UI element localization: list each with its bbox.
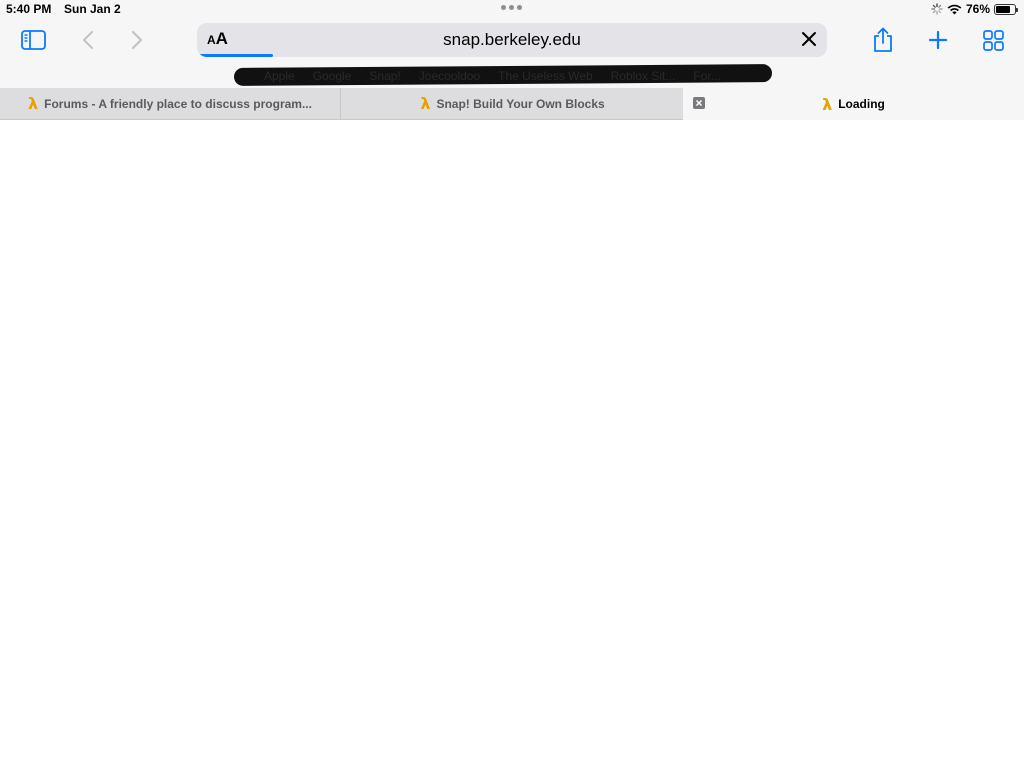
- favorite-item[interactable]: For...: [693, 69, 720, 83]
- sidebar-button[interactable]: [20, 28, 46, 52]
- back-icon: [82, 30, 94, 50]
- activity-spinner-icon: [931, 3, 943, 15]
- stop-loading-button[interactable]: [799, 29, 819, 54]
- lambda-icon: λ: [822, 94, 833, 114]
- lambda-icon: λ: [420, 94, 431, 113]
- tab-bar: λ Forums - A friendly place to discuss p…: [0, 88, 1024, 120]
- browser-toolbar: AA snap.berkeley.edu Apple Google Snap! …: [0, 20, 1024, 88]
- tab-overview-button[interactable]: [982, 28, 1004, 52]
- status-bar: 5:40 PM Sun Jan 2 76%: [0, 0, 1024, 20]
- status-time: 5:40 PM: [6, 2, 52, 16]
- close-tab-button[interactable]: [693, 97, 705, 109]
- wifi-icon: [947, 4, 962, 14]
- favorites-bar: Apple Google Snap! Joecooldoo The Useless We…: [233, 63, 773, 86]
- back-button[interactable]: [78, 28, 98, 52]
- tab-overview-icon: [982, 29, 1004, 51]
- favorites-list: Apple Google Snap! Joecooldoo The Useless We…: [264, 69, 721, 83]
- sidebar-icon: [20, 30, 46, 50]
- status-indicators: 76%: [931, 2, 1018, 16]
- close-icon: [696, 100, 702, 106]
- address-bar[interactable]: AA snap.berkeley.edu: [197, 23, 827, 57]
- tab-label: Snap! Build Your Own Blocks: [436, 96, 605, 111]
- favorite-item[interactable]: Snap!: [369, 69, 400, 83]
- lambda-icon: λ: [28, 94, 39, 113]
- new-tab-icon: [928, 30, 948, 50]
- tab-label: Forums - A friendly place to discuss pro…: [44, 96, 312, 111]
- favorite-item[interactable]: Roblox Sit...: [611, 69, 676, 83]
- share-icon: [874, 27, 892, 52]
- tab-snap[interactable]: λ Snap! Build Your Own Blocks: [342, 88, 683, 119]
- share-button[interactable]: [870, 26, 896, 54]
- close-icon: [802, 32, 816, 46]
- multitasking-dots-icon[interactable]: [501, 5, 522, 10]
- favorite-item[interactable]: Google: [313, 69, 352, 83]
- favorite-item[interactable]: Joecooldoo: [419, 69, 480, 83]
- tab-loading[interactable]: λ Loading: [683, 88, 1024, 120]
- favorite-item[interactable]: Apple: [264, 69, 295, 83]
- new-tab-button[interactable]: [927, 28, 949, 52]
- web-content-area[interactable]: [0, 120, 1024, 768]
- url-text[interactable]: snap.berkeley.edu: [197, 30, 827, 50]
- status-date: Sun Jan 2: [64, 2, 121, 16]
- battery-percent: 76%: [965, 2, 990, 16]
- tab-forums[interactable]: λ Forums - A friendly place to discuss p…: [0, 88, 341, 119]
- battery-icon: [994, 3, 1018, 15]
- favorite-item[interactable]: The Useless Web: [498, 69, 592, 83]
- battery-level-fill: [996, 5, 1010, 13]
- forward-button[interactable]: [127, 28, 147, 52]
- forward-icon: [131, 30, 143, 50]
- page-load-progress: [197, 54, 273, 57]
- tab-label: Loading: [838, 97, 885, 111]
